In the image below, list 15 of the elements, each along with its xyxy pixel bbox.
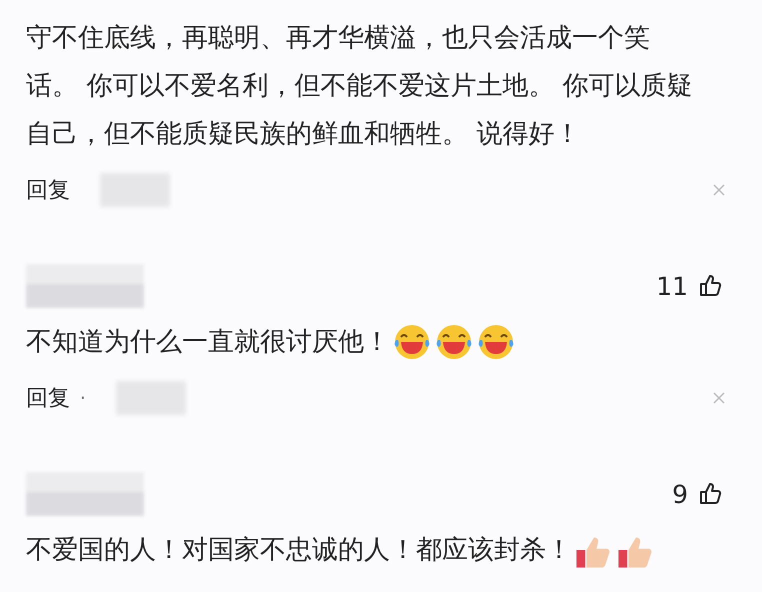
thumbs-up-icon bbox=[698, 273, 724, 299]
like-count: 9 bbox=[672, 480, 688, 508]
thumbs-up-icon bbox=[698, 481, 724, 507]
comment-text: 不爱国的人！对国家不忠诚的人！都应该封杀！ bbox=[26, 534, 572, 567]
laughing-emoji-icon bbox=[476, 322, 516, 362]
like-count: 11 bbox=[656, 272, 688, 300]
reply-link[interactable]: 回复 bbox=[26, 175, 70, 205]
comment-text: 守不住底线，再聪明、再才华横溢，也只会活成一个笑话。 你可以不爱名利，但不能不爱这片土地。 你可以质疑自己，但不能质疑民族的鲜血和牺牲。 说得好！ bbox=[26, 22, 694, 151]
separator-dot: · bbox=[80, 388, 86, 408]
comment-text: 不知道为什么一直就很讨厌他！ bbox=[26, 326, 390, 359]
close-icon[interactable] bbox=[712, 183, 726, 197]
reply-link[interactable]: 回复 bbox=[26, 383, 70, 413]
close-icon[interactable] bbox=[712, 391, 726, 405]
laughing-emoji-icon bbox=[434, 322, 474, 362]
laughing-emoji-icon bbox=[392, 322, 432, 362]
